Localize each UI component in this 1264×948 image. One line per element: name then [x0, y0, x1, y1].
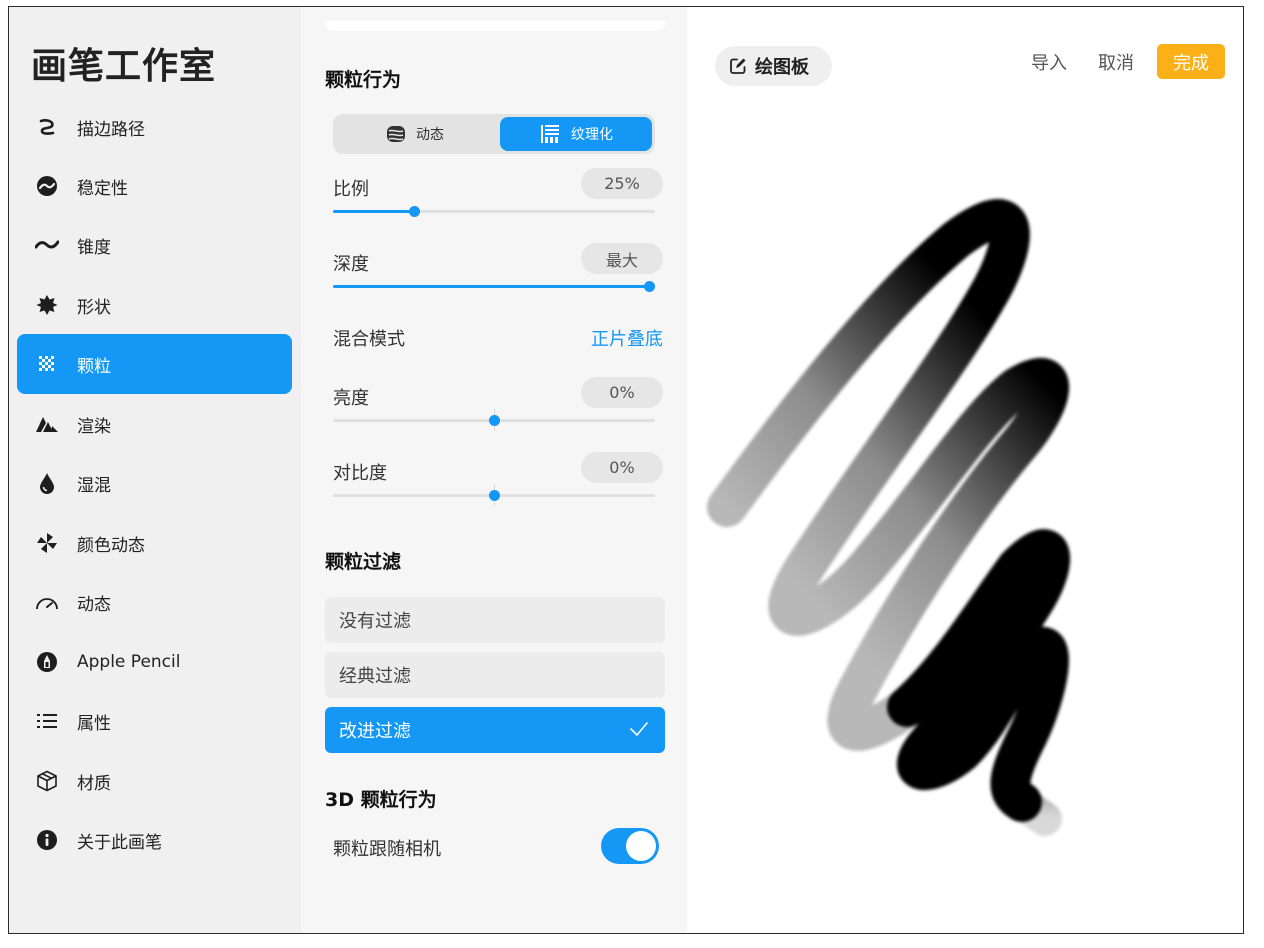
apple-pencil-icon: [35, 650, 59, 674]
sidebar-item-label: 描边路径: [77, 119, 145, 140]
contrast-value[interactable]: 0%: [581, 452, 663, 483]
grain-behavior-heading: 颗粒行为: [325, 69, 402, 91]
properties-icon: [35, 709, 59, 733]
brightness-value[interactable]: 0%: [581, 377, 663, 408]
sidebar-item-color-dynamics[interactable]: 颜色动态: [17, 513, 292, 573]
drawing-pad[interactable]: 绘图板 导入 取消 完成: [687, 7, 1243, 933]
settings-panel: 颗粒行为 动态 纹理化 比例 25% 深度 最大 混合模式 正片叠底 亮度 0%…: [301, 7, 687, 933]
stroke-path-icon: [35, 115, 59, 139]
scale-value[interactable]: 25%: [581, 168, 663, 199]
wet-mix-icon: [35, 471, 59, 495]
sidebar-item-shape[interactable]: 形状: [17, 275, 292, 335]
color-dynamics-icon: [35, 531, 59, 555]
sidebar-item-label: 稳定性: [77, 178, 128, 199]
import-button[interactable]: 导入: [1031, 49, 1067, 75]
filter-option-label: 没有过滤: [339, 611, 411, 632]
stabilization-icon: [35, 174, 59, 198]
slider-handle[interactable]: [644, 281, 655, 292]
grain-icon: [35, 352, 59, 376]
done-button[interactable]: 完成: [1157, 44, 1225, 79]
sidebar-item-apple-pencil[interactable]: Apple Pencil: [17, 632, 292, 692]
depth-slider[interactable]: [333, 279, 655, 293]
sidebar-item-dynamics[interactable]: 动态: [17, 572, 292, 632]
scroll-top-card: [325, 21, 665, 31]
grain-3d-heading: 3D 颗粒行为: [325, 789, 437, 811]
filter-option-classic[interactable]: 经典过滤: [325, 652, 665, 698]
sidebar-item-grain[interactable]: 颗粒: [17, 334, 292, 394]
drawing-pad-button[interactable]: 绘图板: [715, 46, 832, 86]
sidebar-item-label: 材质: [77, 773, 111, 794]
depth-value[interactable]: 最大: [581, 243, 663, 274]
app-window: 画笔工作室 描边路径 稳定性 锥度 形状 颗粒 渲染 湿混 颜色动态 动态 Ap…: [8, 6, 1244, 934]
slider-handle[interactable]: [409, 206, 420, 217]
contrast-slider[interactable]: [333, 484, 655, 506]
sidebar-item-label: 渲染: [77, 416, 111, 437]
depth-label: 深度: [333, 254, 369, 275]
sidebar-item-label: 颗粒: [77, 356, 111, 377]
sidebar-item-label: 湿混: [77, 475, 111, 496]
cancel-button[interactable]: 取消: [1098, 49, 1134, 75]
sidebar-item-label: 颜色动态: [77, 535, 145, 556]
slider-fill: [333, 285, 655, 288]
sidebar: 画笔工作室 描边路径 稳定性 锥度 形状 颗粒 渲染 湿混 颜色动态 动态 Ap…: [9, 7, 301, 933]
filter-option-none[interactable]: 没有过滤: [325, 597, 665, 643]
scale-slider[interactable]: [333, 204, 655, 218]
brush-stroke-preview: [707, 199, 1071, 836]
sidebar-item-about-brush[interactable]: 关于此画笔: [17, 810, 292, 870]
filter-option-improved[interactable]: 改进过滤: [325, 707, 665, 753]
follow-camera-toggle[interactable]: [601, 828, 659, 864]
drawing-pad-label: 绘图板: [755, 57, 809, 78]
slider-handle[interactable]: [489, 415, 500, 426]
sidebar-item-wet-mix[interactable]: 湿混: [17, 453, 292, 513]
shape-icon: [35, 293, 59, 317]
grain-mode-segmented-control: 动态 纹理化: [333, 114, 655, 154]
materials-icon: [35, 769, 59, 793]
sidebar-item-stabilization[interactable]: 稳定性: [17, 156, 292, 216]
taper-icon: [35, 233, 59, 257]
sidebar-item-materials[interactable]: 材质: [17, 751, 292, 811]
sidebar-item-taper[interactable]: 锥度: [17, 215, 292, 275]
sidebar-item-properties[interactable]: 属性: [17, 691, 292, 751]
sidebar-item-label: 形状: [77, 297, 111, 318]
sidebar-item-stroke-path[interactable]: 描边路径: [17, 97, 292, 157]
segment-dynamics[interactable]: 动态: [339, 117, 491, 151]
sidebar-item-label: 锥度: [77, 237, 111, 258]
toggle-thumb: [626, 831, 656, 861]
filter-option-label: 改进过滤: [339, 721, 411, 742]
info-icon: [35, 828, 59, 852]
sidebar-item-label: 关于此画笔: [77, 832, 162, 853]
texturized-icon: [541, 125, 559, 143]
brightness-label: 亮度: [333, 388, 369, 409]
sidebar-item-label: Apple Pencil: [77, 652, 181, 672]
segment-dynamics-label: 动态: [416, 127, 444, 143]
blend-mode-label: 混合模式: [333, 329, 405, 350]
segment-texturized[interactable]: 纹理化: [500, 117, 652, 151]
dynamics-icon: [35, 590, 59, 614]
blend-mode-value[interactable]: 正片叠底: [591, 325, 663, 351]
checkmark-icon: [630, 722, 648, 736]
sidebar-item-rendering[interactable]: 渲染: [17, 394, 292, 454]
follow-camera-label: 颗粒跟随相机: [333, 839, 441, 860]
contrast-label: 对比度: [333, 463, 387, 484]
segment-texturized-label: 纹理化: [571, 127, 613, 143]
dynamics-layers-icon: [387, 126, 405, 142]
grain-filter-heading: 颗粒过滤: [325, 551, 402, 573]
scale-label: 比例: [333, 179, 369, 200]
sidebar-item-label: 属性: [77, 713, 111, 734]
sidebar-item-label: 动态: [77, 594, 111, 615]
slider-fill: [333, 210, 414, 213]
brightness-slider[interactable]: [333, 409, 655, 431]
slider-handle[interactable]: [489, 490, 500, 501]
rendering-icon: [35, 412, 59, 436]
filter-option-label: 经典过滤: [339, 666, 411, 687]
app-title: 画笔工作室: [31, 46, 217, 87]
edit-square-icon: [730, 58, 746, 74]
